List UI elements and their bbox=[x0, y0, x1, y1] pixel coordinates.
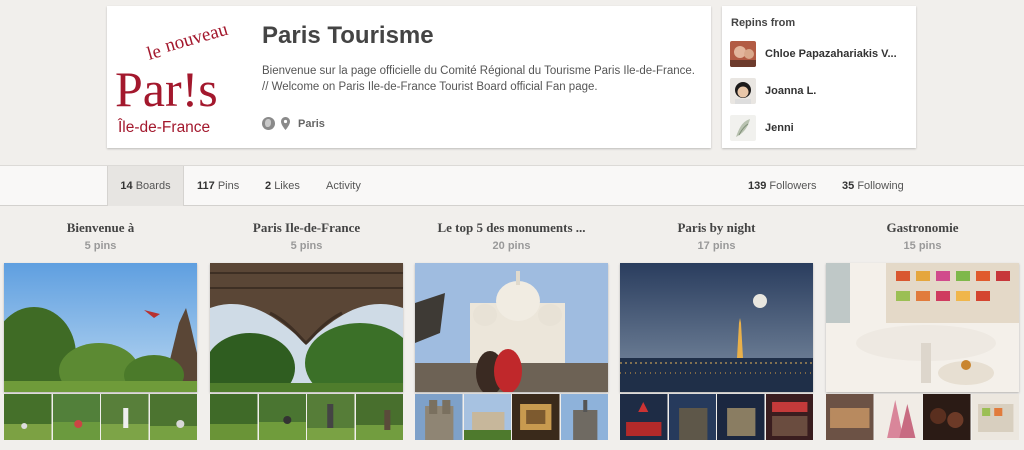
board-title[interactable]: Gastronomie bbox=[826, 220, 1019, 238]
board-card[interactable]: Bienvenue à 5 pins bbox=[4, 220, 197, 440]
board-cover-image[interactable] bbox=[210, 263, 403, 392]
board-thumbnails bbox=[4, 394, 197, 440]
avatar bbox=[730, 78, 756, 104]
board-pin-count: 20 pins bbox=[492, 240, 531, 252]
likes-label: Likes bbox=[274, 180, 300, 192]
board-thumbnails bbox=[826, 394, 1019, 440]
board-thumbnail[interactable] bbox=[307, 394, 355, 440]
board-thumbnail[interactable] bbox=[668, 394, 717, 440]
activity-label: Activity bbox=[326, 180, 361, 192]
board-pin-count: 5 pins bbox=[290, 240, 323, 252]
board-pin-count: 15 pins bbox=[903, 240, 942, 252]
profile-tab-bar: 14 Boards 117 Pins 2 Likes Activity 139 … bbox=[0, 165, 1024, 206]
board-pin-count: 5 pins bbox=[84, 240, 117, 252]
avatar bbox=[730, 115, 756, 141]
map-pin-icon bbox=[281, 117, 290, 130]
profile-name: Paris Tourisme bbox=[262, 22, 434, 49]
repin-user-item[interactable]: Jenni bbox=[730, 115, 910, 141]
board-title[interactable]: Bienvenue à bbox=[4, 220, 197, 238]
repin-user-item[interactable]: Chloe Papazahariakis V... bbox=[730, 41, 910, 67]
board-cover-image[interactable] bbox=[4, 263, 197, 392]
profile-description: Bienvenue sur la page officielle du Comi… bbox=[262, 65, 695, 93]
profile-card: le nouveau Par!s Île-de-France Paris Tou… bbox=[107, 6, 711, 148]
board-thumbnail[interactable] bbox=[415, 394, 463, 440]
board-thumbnail[interactable] bbox=[101, 394, 149, 440]
board-thumbnail[interactable] bbox=[560, 394, 609, 440]
tab-pins[interactable]: 117 Pins bbox=[197, 166, 239, 206]
followers-label: Followers bbox=[769, 180, 817, 192]
board-thumbnail[interactable] bbox=[52, 394, 101, 440]
likes-count: 2 bbox=[265, 180, 272, 192]
board-thumbnail[interactable] bbox=[210, 394, 258, 440]
board-thumbnail[interactable] bbox=[717, 394, 765, 440]
tab-likes[interactable]: 2 Likes bbox=[265, 166, 300, 206]
board-thumbnails bbox=[620, 394, 813, 440]
pins-label: Pins bbox=[217, 180, 240, 192]
profile-meta: Paris bbox=[262, 117, 325, 130]
board-thumbnail[interactable] bbox=[826, 394, 874, 440]
pins-count: 117 bbox=[197, 180, 215, 192]
repin-user-name: Jenni bbox=[765, 122, 794, 134]
board-thumbnail[interactable] bbox=[258, 394, 307, 440]
board-thumbnail[interactable] bbox=[971, 394, 1020, 440]
tab-following[interactable]: 35 Following bbox=[842, 166, 904, 206]
repins-card: Repins from Chloe Papazahariakis V... Jo… bbox=[722, 6, 916, 148]
following-count: 35 bbox=[842, 180, 855, 192]
avatar bbox=[730, 41, 756, 67]
board-thumbnail[interactable] bbox=[4, 394, 52, 440]
board-thumbnail[interactable] bbox=[874, 394, 923, 440]
board-cover-image[interactable] bbox=[415, 263, 608, 392]
board-thumbnails bbox=[210, 394, 403, 440]
board-title[interactable]: Paris by night bbox=[620, 220, 813, 238]
profile-location: Paris bbox=[298, 117, 325, 130]
repins-title: Repins from bbox=[731, 17, 796, 29]
board-card[interactable]: Gastronomie 15 pins bbox=[826, 220, 1019, 440]
board-thumbnail[interactable] bbox=[923, 394, 971, 440]
board-pin-count: 17 pins bbox=[697, 240, 736, 252]
board-title[interactable]: Paris Ile-de-France bbox=[210, 220, 403, 238]
tab-boards[interactable]: 14 Boards bbox=[107, 166, 184, 206]
board-card[interactable]: Paris Ile-de-France 5 pins bbox=[210, 220, 403, 440]
board-card[interactable]: Paris by night 17 pins bbox=[620, 220, 813, 440]
boards-label: Boards bbox=[135, 180, 171, 192]
board-thumbnail[interactable] bbox=[512, 394, 560, 440]
board-cover-image[interactable] bbox=[620, 263, 813, 392]
board-thumbnail[interactable] bbox=[463, 394, 512, 440]
globe-icon[interactable] bbox=[262, 117, 275, 130]
tab-followers[interactable]: 139 Followers bbox=[748, 166, 817, 206]
followers-count: 139 bbox=[748, 180, 767, 192]
board-card[interactable]: Le top 5 des monuments ... 20 pins bbox=[415, 220, 608, 440]
board-thumbnail[interactable] bbox=[149, 394, 198, 440]
repin-user-name: Chloe Papazahariakis V... bbox=[765, 48, 897, 60]
repin-user-name: Joanna L. bbox=[765, 85, 817, 97]
repin-user-item[interactable]: Joanna L. bbox=[730, 78, 910, 104]
paris-ile-de-france-logo[interactable]: le nouveau Par!s Île-de-France bbox=[115, 20, 257, 138]
board-thumbnails bbox=[415, 394, 608, 440]
board-cover-image[interactable] bbox=[826, 263, 1019, 392]
logo-nouveau: nouveau bbox=[163, 20, 231, 57]
tab-activity[interactable]: Activity bbox=[326, 166, 361, 206]
board-thumbnail[interactable] bbox=[355, 394, 404, 440]
following-label: Following bbox=[857, 180, 904, 192]
logo-region: Île-de-France bbox=[117, 119, 210, 136]
logo-paris: Par!s bbox=[115, 61, 218, 117]
board-thumbnail[interactable] bbox=[765, 394, 814, 440]
board-title[interactable]: Le top 5 des monuments ... bbox=[415, 220, 608, 238]
board-thumbnail[interactable] bbox=[620, 394, 668, 440]
boards-count: 14 bbox=[120, 180, 133, 192]
